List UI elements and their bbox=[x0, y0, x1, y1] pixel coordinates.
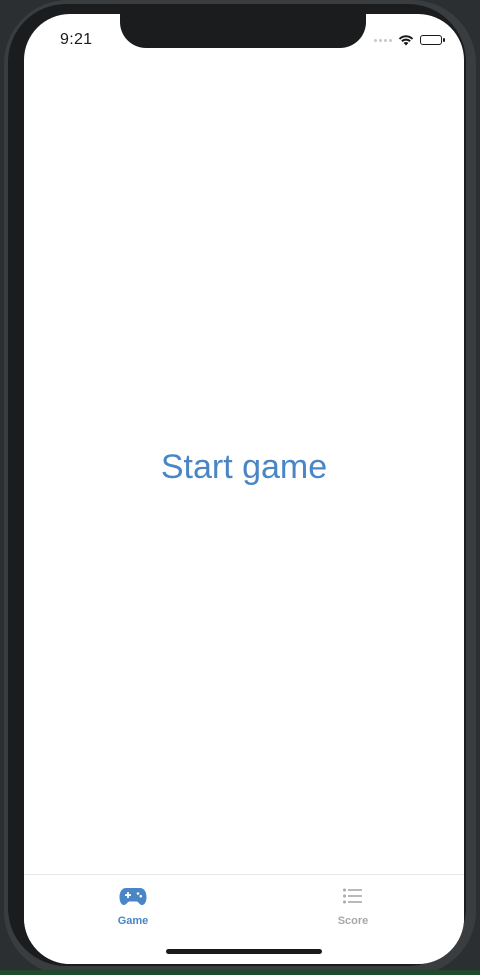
status-time: 9:21 bbox=[60, 31, 93, 48]
battery-icon bbox=[420, 35, 445, 45]
tab-score-label: Score bbox=[337, 915, 369, 927]
app-screen: 9:21 Start game Game Score bbox=[24, 14, 464, 964]
tab-game-label: Game bbox=[117, 915, 149, 927]
cellular-signal-icon bbox=[374, 38, 392, 42]
home-indicator[interactable] bbox=[166, 949, 322, 954]
tab-game[interactable]: Game bbox=[78, 885, 188, 927]
gamepad-icon bbox=[119, 888, 147, 905]
list-icon bbox=[343, 888, 362, 904]
device-backdrop: 9:21 Start game Game Score bbox=[0, 0, 480, 975]
tab-score[interactable]: Score bbox=[298, 885, 408, 927]
wifi-icon bbox=[398, 35, 414, 46]
notch bbox=[120, 14, 366, 48]
bottom-strip bbox=[0, 970, 480, 975]
status-icons bbox=[374, 34, 445, 46]
start-game-button[interactable]: Start game bbox=[24, 448, 464, 487]
